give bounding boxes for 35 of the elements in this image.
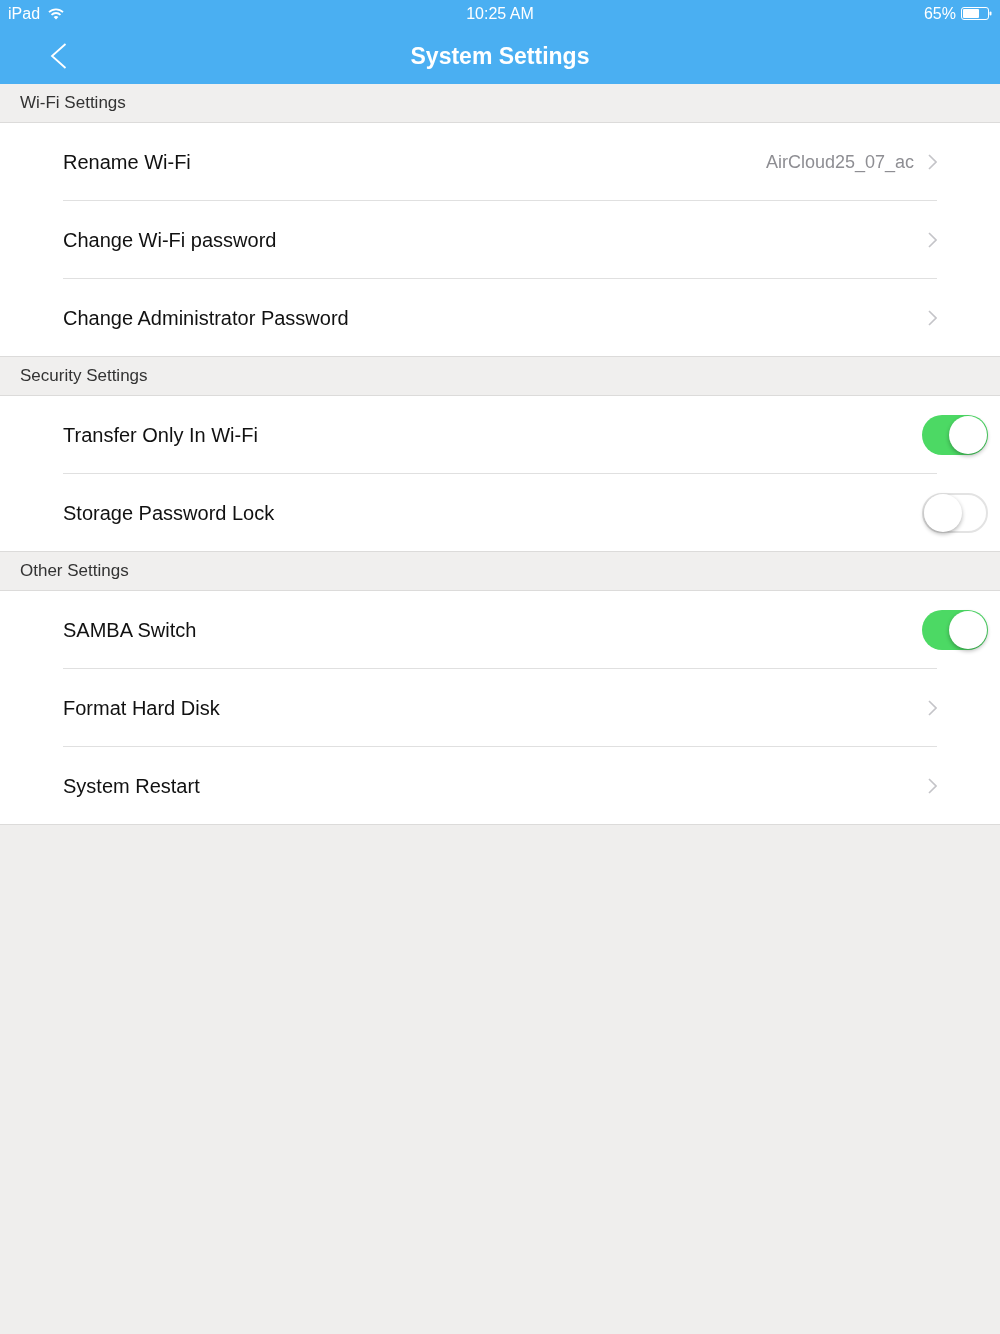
toggle-knob [949, 611, 987, 649]
toggle-switch[interactable] [922, 610, 988, 650]
row-label: Change Wi-Fi password [63, 228, 278, 252]
chevron-right-icon [928, 777, 937, 794]
status-time: 10:25 AM [466, 4, 534, 23]
row-label: Format Hard Disk [63, 696, 221, 720]
row-label: System Restart [63, 773, 201, 798]
device-name: iPad [8, 4, 41, 23]
toggle-switch[interactable] [922, 415, 988, 455]
row-value: AirCloud25_07_ac [765, 151, 914, 173]
chevron-right-icon [928, 232, 937, 248]
section-title: Other Settings [20, 561, 129, 581]
chevron-right-icon [928, 700, 937, 716]
chevron-right-icon [928, 309, 937, 326]
settings-row[interactable]: System Restart [0, 747, 1000, 824]
section-title: Wi-Fi Settings [20, 93, 126, 113]
row-label: Change Administrator Password [63, 305, 350, 330]
row-label: Rename Wi-Fi [63, 150, 192, 174]
page-title: System Settings [410, 41, 590, 70]
section-title: Security Settings [20, 366, 148, 386]
settings-row[interactable]: Change Wi-Fi password [0, 201, 1000, 279]
settings-row[interactable]: Change Administrator Password [0, 279, 1000, 356]
row-label: SAMBA Switch [63, 618, 198, 642]
settings-row[interactable]: Format Hard Disk [0, 669, 1000, 747]
toggle-switch[interactable] [922, 492, 988, 533]
back-icon[interactable] [50, 42, 67, 69]
toggle-knob [949, 416, 987, 454]
chevron-right-icon [928, 154, 937, 170]
row-label: Transfer Only In Wi-Fi [63, 423, 259, 447]
battery-icon [961, 7, 992, 20]
wifi-icon [48, 7, 65, 20]
toggle-knob [924, 493, 962, 532]
settings-row[interactable]: Rename Wi-Fi AirCloud25_07_ac [0, 123, 1000, 201]
battery-percent: 65% [923, 4, 956, 23]
row-label: Storage Password Lock [63, 500, 276, 525]
